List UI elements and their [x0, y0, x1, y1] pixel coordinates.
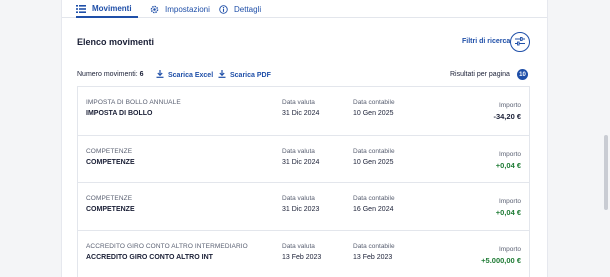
movement-row[interactable]: ACCREDITO GIRO CONTO ALTRO INTERMEDIARIO… [78, 229, 529, 277]
tab-label: Movimenti [92, 4, 132, 13]
movement-description: COMPETENZE [86, 158, 135, 166]
per-page-label: Risultati per pagina [450, 71, 510, 78]
movement-count: Numero movimenti: 6 [77, 71, 144, 78]
movement-category: IMPOSTA DI BOLLO ANNUALE [86, 99, 181, 106]
contabile-date: 16 Gen 2024 [353, 206, 394, 213]
list-icon [76, 4, 86, 13]
page-title: Elenco movimenti [77, 37, 155, 47]
movement-category: COMPETENZE [86, 195, 133, 202]
tab-dettagli[interactable]: Dettagli [219, 1, 261, 18]
sliders-icon [515, 33, 525, 51]
filter-link[interactable]: Filtri di ricerca [462, 38, 510, 45]
info-icon [219, 5, 228, 14]
movement-description: IMPOSTA DI BOLLO [86, 110, 153, 117]
tab-label: Impostazioni [165, 5, 210, 14]
amount-value: -34,20 € [493, 112, 521, 121]
valuta-date: 31 Dic 2024 [282, 110, 320, 117]
amount-label: Importo [498, 245, 521, 253]
download-pdf-label: Scarica PDF [230, 71, 271, 79]
valuta-label: Data valuta [282, 195, 315, 202]
contabile-date: 10 Gen 2025 [353, 158, 394, 166]
movement-description: COMPETENZE [86, 206, 135, 213]
valuta-label: Data valuta [282, 99, 315, 106]
contabile-date: 10 Gen 2025 [353, 110, 394, 117]
movement-category: COMPETENZE [86, 147, 133, 155]
contabile-label: Data contabile [353, 195, 395, 202]
movement-row[interactable]: COMPETENZE COMPETENZE Data valuta 31 Dic… [78, 182, 529, 230]
contabile-date: 13 Feb 2023 [353, 253, 393, 261]
amount-value: +0,04 € [495, 208, 521, 217]
valuta-date: 13 Feb 2023 [282, 253, 322, 261]
valuta-date: 31 Dic 2023 [282, 206, 320, 213]
movement-category: ACCREDITO GIRO CONTO ALTRO INTERMEDIARIO [86, 242, 248, 250]
filter-button[interactable] [510, 32, 530, 52]
movement-row[interactable]: IMPOSTA DI BOLLO ANNUALE IMPOSTA DI BOLL… [78, 87, 529, 135]
contabile-label: Data contabile [353, 147, 395, 155]
movement-row[interactable]: COMPETENZE COMPETENZE Data valuta 31 Dic… [78, 134, 529, 183]
download-excel-button[interactable]: Scarica Excel [156, 70, 213, 80]
count-label: Numero movimenti: [77, 71, 138, 78]
movements-card: Movimenti Impostazioni Dettagli Elenco m… [61, 0, 548, 277]
download-excel-label: Scarica Excel [168, 71, 214, 79]
download-icon [218, 70, 226, 80]
amount-label: Importo [498, 102, 521, 109]
contabile-label: Data contabile [353, 99, 395, 106]
valuta-label: Data valuta [282, 147, 315, 155]
valuta-date: 31 Dic 2024 [282, 158, 320, 166]
tab-label: Dettagli [234, 5, 262, 14]
gear-icon [150, 5, 159, 14]
valuta-label: Data valuta [282, 242, 315, 250]
amount-label: Importo [498, 198, 521, 205]
movement-description: ACCREDITO GIRO CONTO ALTRO INT [86, 253, 213, 261]
tab-bar: Movimenti Impostazioni Dettagli [62, 0, 547, 18]
download-icon [156, 70, 164, 80]
per-page-selector[interactable]: 10 [517, 69, 528, 80]
amount-value: +5.000,00 € [481, 255, 521, 265]
amount-label: Importo [498, 150, 521, 158]
count-value: 6 [139, 71, 144, 78]
movements-list: IMPOSTA DI BOLLO ANNUALE IMPOSTA DI BOLL… [77, 86, 530, 277]
tab-movimenti[interactable]: Movimenti [76, 1, 138, 18]
download-pdf-button[interactable]: Scarica PDF [218, 70, 271, 80]
page-scrollbar[interactable] [604, 135, 608, 210]
contabile-label: Data contabile [353, 242, 395, 250]
amount-value: +0,04 € [495, 160, 521, 170]
tab-impostazioni[interactable]: Impostazioni [150, 1, 210, 18]
